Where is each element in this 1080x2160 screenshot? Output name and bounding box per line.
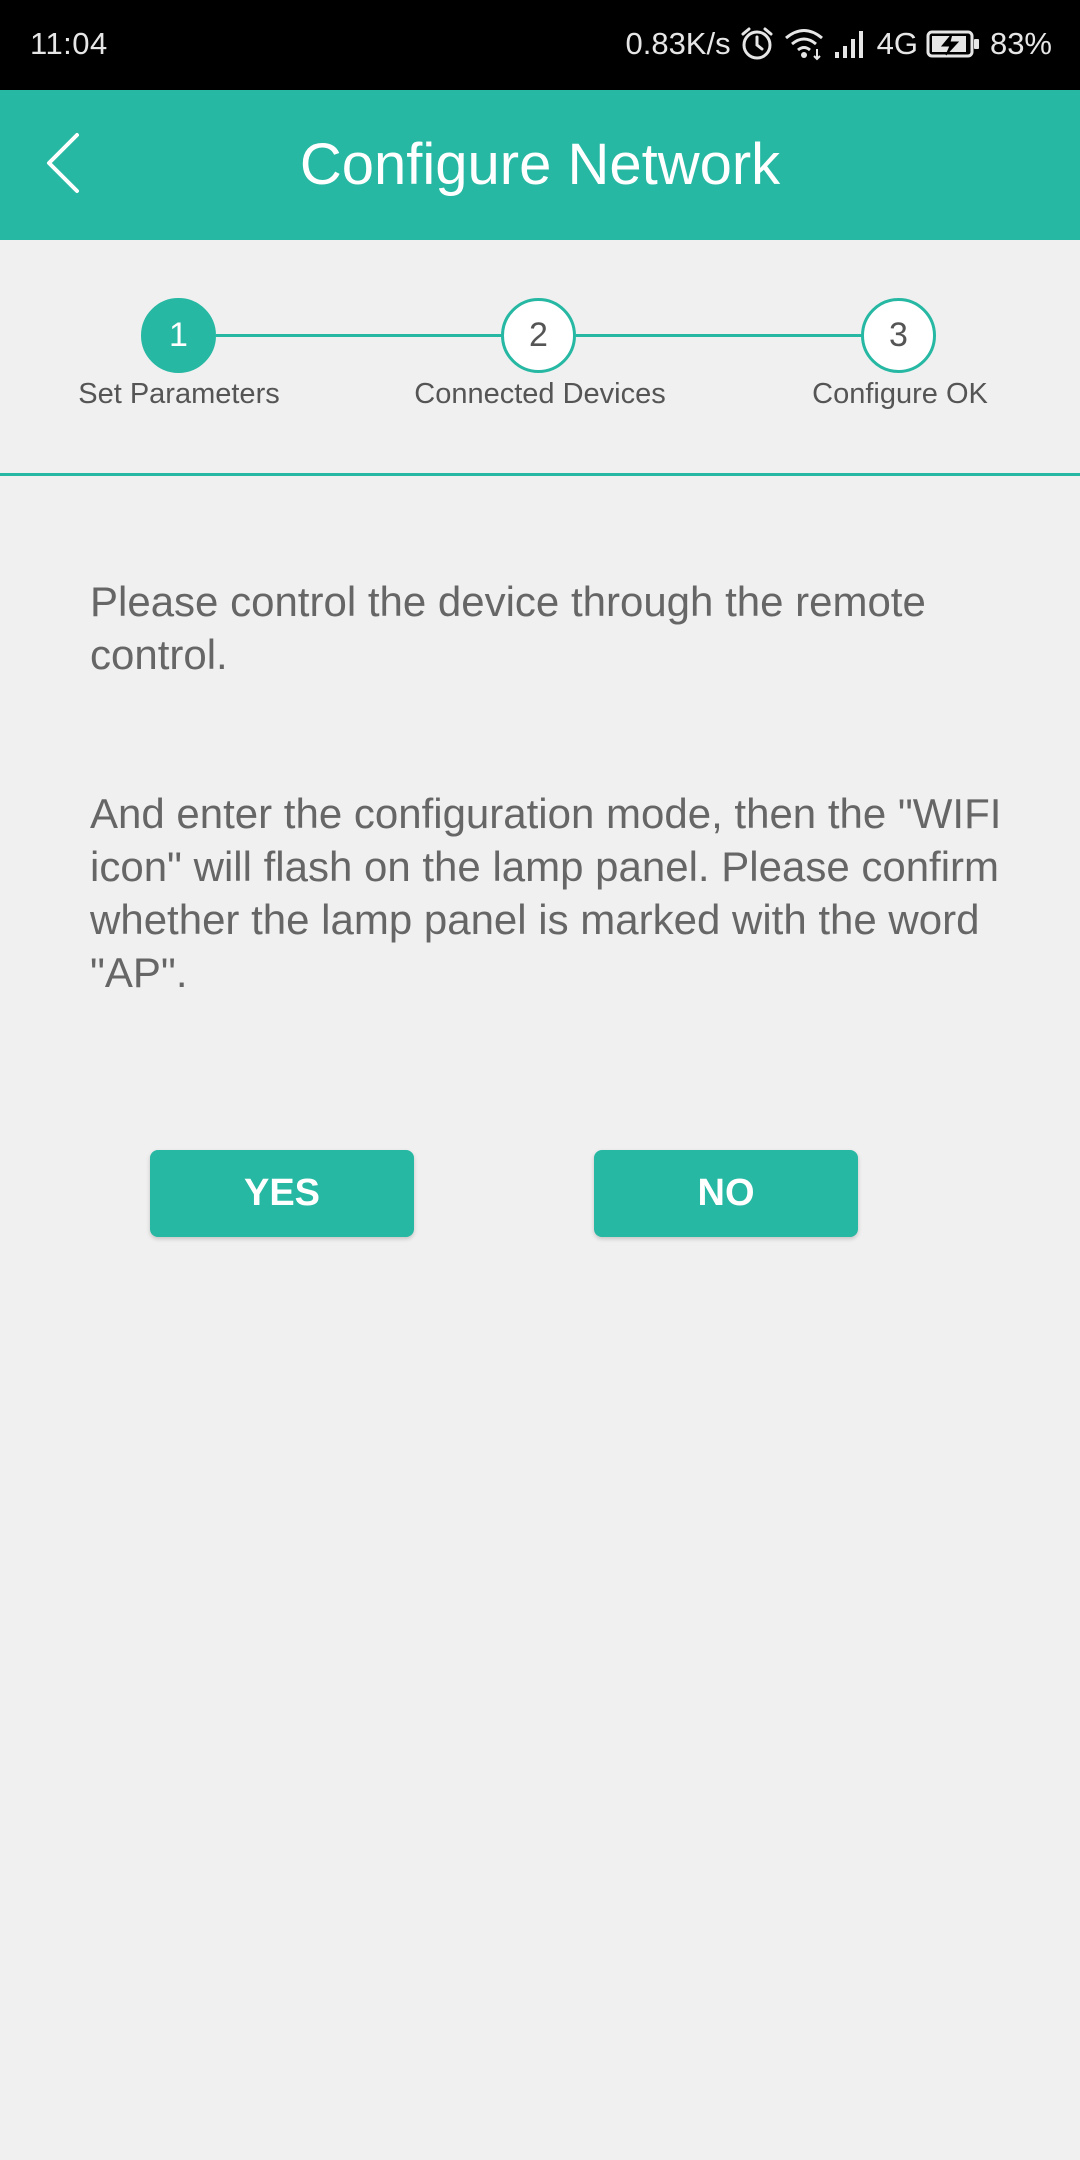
step-1-label: Set Parameters [78, 378, 280, 410]
signal-icon [833, 28, 869, 60]
instruction-text-2: And enter the configuration mode, then t… [90, 790, 1002, 996]
status-bar: 11:04 0.83K/s 4G 83% [0, 0, 1080, 90]
network-speed: 0.83K/s [625, 26, 731, 61]
battery-charging-icon [926, 28, 982, 60]
instruction-text-1: Please control the device through the re… [90, 578, 926, 678]
status-indicators: 0.83K/s 4G 83% [625, 24, 1052, 64]
status-time: 11:04 [30, 26, 108, 61]
page-title: Configure Network [299, 132, 781, 197]
app-header: Configure Network [0, 90, 1080, 240]
step-2-label: Connected Devices [414, 378, 666, 410]
step-3-label: Configure OK [812, 378, 988, 410]
no-button[interactable]: NO [594, 1150, 858, 1237]
wifi-icon [783, 27, 825, 61]
yes-button[interactable]: YES [150, 1150, 414, 1237]
step-connector-1 [216, 334, 504, 337]
network-type: 4G [876, 26, 918, 61]
battery-level: 83% [989, 26, 1052, 61]
step-3-indicator: 3 [861, 298, 936, 373]
progress-stepper: 1 2 3 Set Parameters Connected Devices C… [0, 240, 1080, 476]
step-2-indicator: 2 [501, 298, 576, 373]
step-1-indicator: 1 [141, 298, 216, 373]
step-connector-2 [576, 334, 864, 337]
alarm-icon [739, 26, 775, 62]
